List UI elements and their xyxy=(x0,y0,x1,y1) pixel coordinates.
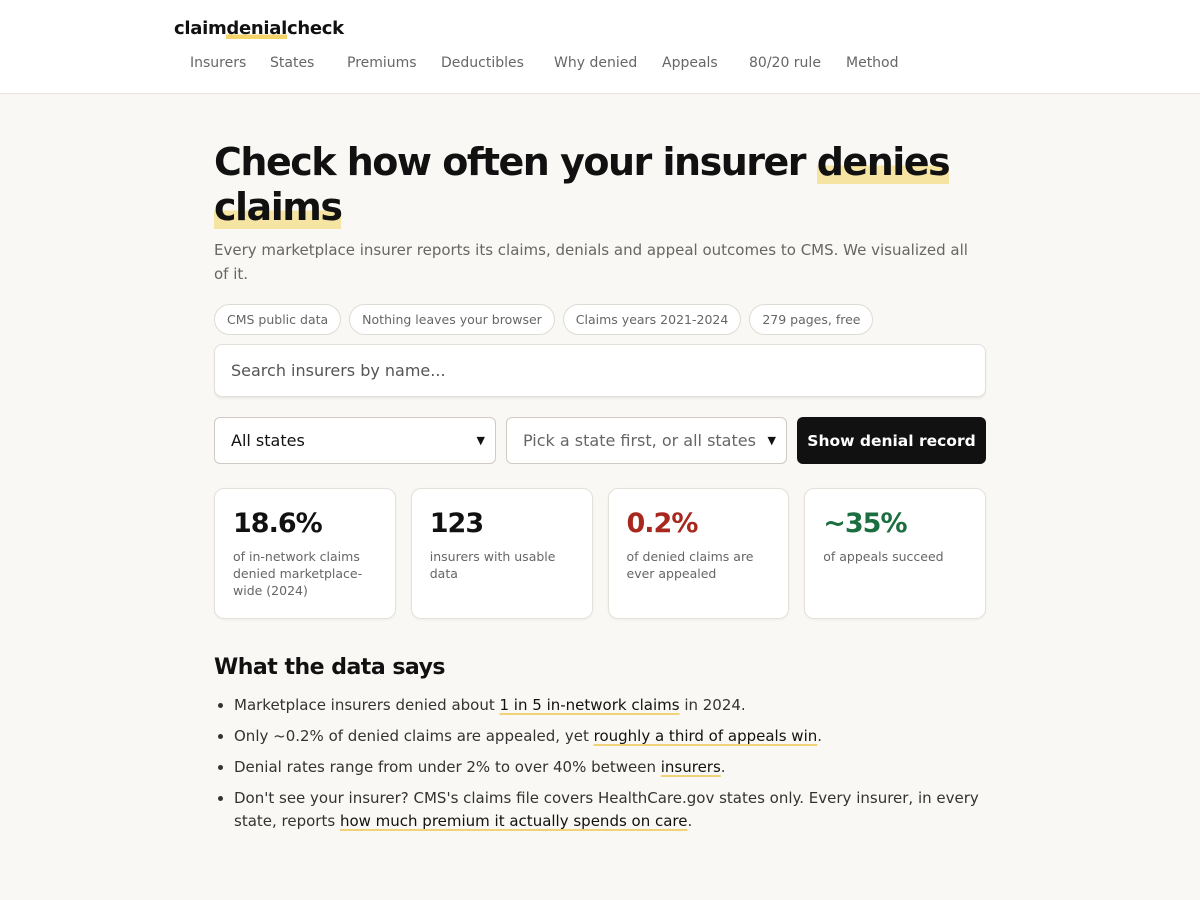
nav-80-20-rule[interactable]: 80/20 rule xyxy=(749,55,846,71)
stat-value: 18.6% xyxy=(233,508,323,539)
state-select-value: All states xyxy=(231,431,305,450)
stat-card-appeal-rate: 0.2% of denied claims are ever appealed xyxy=(607,488,790,619)
page-subtitle: Every marketplace insurer reports its cl… xyxy=(214,241,968,283)
title-highlight-denies: denies xyxy=(816,140,951,184)
logo-part-1: claim xyxy=(174,18,227,39)
filter-controls: All states ▼ Pick a state first, or all … xyxy=(214,417,986,464)
nav-why-denied[interactable]: Why denied xyxy=(554,55,662,71)
finding-text: . xyxy=(687,812,693,830)
stat-card-insurer-count: 123 insurers with usable data xyxy=(410,488,593,619)
finding-link[interactable]: roughly a third of appeals win xyxy=(594,727,818,745)
findings-heading: What the data says xyxy=(214,655,446,680)
finding-text: in 2024. xyxy=(679,696,746,714)
insurer-select-value: Pick a state first, or all states xyxy=(523,431,756,450)
nav-states[interactable]: States xyxy=(270,55,347,71)
show-denial-record-button[interactable]: Show denial record xyxy=(797,417,986,464)
site-logo[interactable]: claimdenialcheck xyxy=(174,18,344,39)
insurer-select[interactable]: Pick a state first, or all states ▼ xyxy=(506,417,787,464)
state-select[interactable]: All states ▼ xyxy=(214,417,496,464)
main-nav: Insurers States Premiums Deductibles Why… xyxy=(190,55,899,71)
list-item: Don't see your insurer? CMS's claims fil… xyxy=(234,787,986,833)
chip-pages: 279 pages, free xyxy=(749,304,874,335)
stat-label: of denied claims are ever appealed xyxy=(626,549,754,581)
stat-label: insurers with usable data xyxy=(429,549,556,581)
list-item: Marketplace insurers denied about 1 in 5… xyxy=(234,694,986,717)
list-item: Denial rates range from under 2% to over… xyxy=(234,756,986,779)
stat-value: 123 xyxy=(429,508,484,539)
stat-cards: 18.6% of in-network claims denied market… xyxy=(214,488,986,619)
stat-value: 0.2% xyxy=(626,508,699,539)
info-chips: CMS public data Nothing leaves your brow… xyxy=(214,304,986,335)
finding-text: Only ~0.2% of denied claims are appealed… xyxy=(234,727,594,745)
title-highlight-claims: claims xyxy=(214,185,343,229)
nav-deductibles[interactable]: Deductibles xyxy=(441,55,554,71)
finding-link[interactable]: 1 in 5 in-network claims xyxy=(500,696,680,714)
title-text: Check how often your insurer xyxy=(214,140,817,184)
finding-text: Marketplace insurers denied about xyxy=(234,696,500,714)
chip-cms-data: CMS public data xyxy=(214,304,342,335)
nav-premiums[interactable]: Premiums xyxy=(347,55,441,71)
list-item: Only ~0.2% of denied claims are appealed… xyxy=(234,725,986,748)
nav-appeals[interactable]: Appeals xyxy=(662,55,749,71)
nav-method[interactable]: Method xyxy=(846,55,899,71)
site-header: claimdenialcheck Insurers States Premium… xyxy=(0,0,1200,94)
main-content: Check how often your insurer denies claim… xyxy=(214,140,986,841)
finding-text: . xyxy=(720,758,726,776)
stat-label: of appeals succeed xyxy=(823,549,944,564)
findings-list: Marketplace insurers denied about 1 in 5… xyxy=(214,694,986,833)
stat-label: of in-network claims denied marketplace-… xyxy=(233,549,363,598)
page-title: Check how often your insurer denies claim… xyxy=(214,140,986,230)
nav-insurers[interactable]: Insurers xyxy=(190,55,270,71)
stat-value: ~35% xyxy=(823,508,907,539)
stat-card-appeal-success: ~35% of appeals succeed xyxy=(804,488,986,619)
finding-link[interactable]: insurers xyxy=(661,758,721,776)
logo-part-2: denial xyxy=(226,18,288,39)
finding-text: . xyxy=(817,727,823,745)
finding-link[interactable]: how much premium it actually spends on c… xyxy=(340,812,688,830)
chevron-down-icon: ▼ xyxy=(476,434,485,447)
chip-claims-years: Claims years 2021-2024 xyxy=(562,304,742,335)
chip-privacy: Nothing leaves your browser xyxy=(349,304,555,335)
insurer-search-input[interactable]: Search insurers by name... xyxy=(214,344,986,397)
finding-text: Denial rates range from under 2% to over… xyxy=(234,758,661,776)
logo-part-3: check xyxy=(287,18,344,39)
chevron-down-icon: ▼ xyxy=(767,434,776,447)
stat-card-denial-rate: 18.6% of in-network claims denied market… xyxy=(214,488,396,619)
